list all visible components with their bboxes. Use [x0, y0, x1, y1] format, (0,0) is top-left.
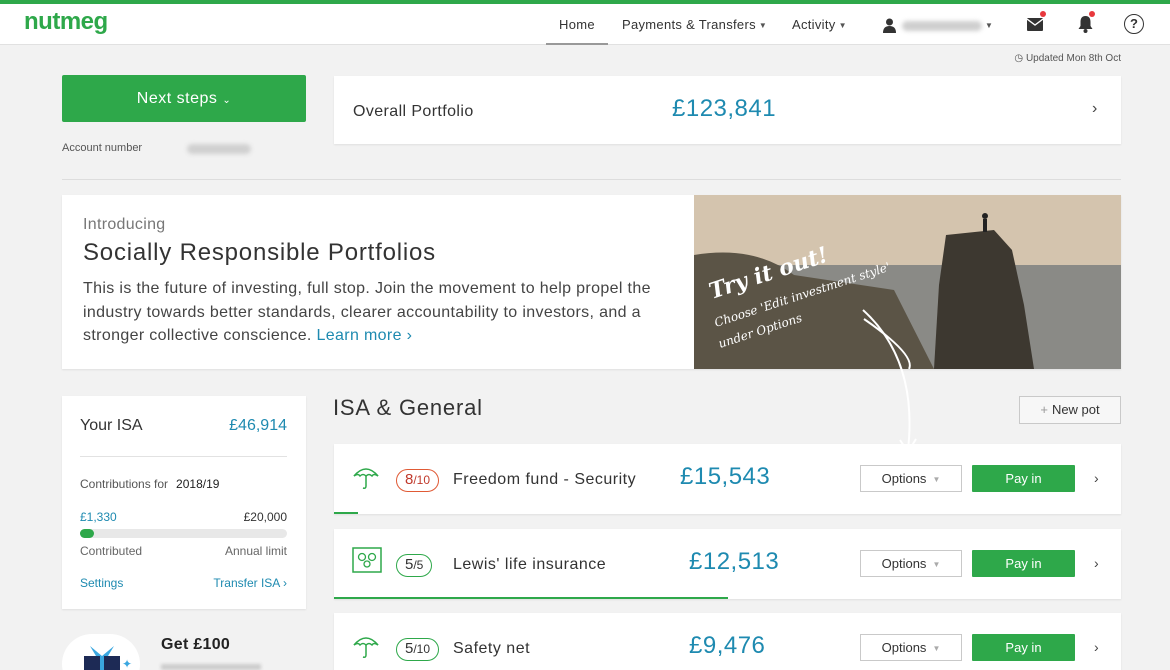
updated-text: Updated Mon 8th Oct — [1025, 53, 1121, 64]
mail-icon[interactable] — [1027, 18, 1043, 31]
annual-limit-amount: £20,000 — [243, 510, 287, 524]
chevron-down-icon: ▼ — [932, 644, 941, 654]
chevron-down-icon: ▼ — [838, 21, 847, 31]
bell-icon[interactable] — [1077, 15, 1094, 33]
pay-in-button[interactable]: Pay in — [972, 634, 1075, 661]
section-divider — [62, 179, 1121, 180]
risk-level-badge: 5/5 — [396, 554, 433, 577]
updated-status: ◷ Updated Mon 8th Oct — [1014, 53, 1121, 64]
gift-box-icon: ✦ — [84, 646, 132, 670]
nav-activity-label: Activity — [792, 17, 836, 32]
overall-portfolio-card[interactable]: Overall Portfolio £123,841 › — [334, 76, 1121, 144]
risk-level-badge: 8/10 — [396, 469, 440, 492]
contribution-progress-fill — [80, 529, 94, 538]
bell-notification-dot — [1089, 11, 1095, 17]
transfer-isa-label: Transfer ISA — [213, 576, 280, 590]
pot-name: Safety net — [453, 640, 531, 657]
pay-in-button[interactable]: Pay in — [972, 465, 1075, 492]
pot-row[interactable]: 5/10 Safety net £9,476 Options ▼ Pay in › — [334, 613, 1121, 670]
chevron-right-icon: › — [1094, 470, 1099, 486]
chevron-down-icon: ▼ — [985, 21, 994, 31]
pot-value: £15,543 — [680, 463, 771, 490]
nav-activity[interactable]: Activity ▼ — [792, 4, 847, 45]
nav-home[interactable]: Home — [546, 4, 608, 45]
user-icon — [883, 18, 896, 34]
overall-portfolio-label: Overall Portfolio — [353, 103, 474, 120]
pot-row[interactable]: 5/5 Lewis' life insurance £12,513 Options ▼ P… — [334, 529, 1121, 599]
risk-level-badge: 5/10 — [396, 638, 440, 661]
section-title: ISA & General — [333, 395, 483, 420]
pot-progress-bar — [334, 512, 358, 514]
chevron-right-icon: › — [1092, 100, 1098, 117]
pay-in-button[interactable]: Pay in — [972, 550, 1075, 577]
pot-value: £12,513 — [689, 548, 780, 575]
new-pot-label: New pot — [1051, 402, 1100, 417]
referral-title: Get £100 — [161, 636, 231, 653]
svg-text:✦: ✦ — [122, 657, 132, 670]
username-redacted — [902, 20, 982, 31]
pot-options-dropdown[interactable]: Options ▼ — [860, 634, 962, 661]
new-pot-button[interactable]: + New pot — [1019, 396, 1121, 424]
overall-portfolio-value: £123,841 — [672, 95, 777, 122]
contributed-amount: £1,330 — [80, 510, 117, 524]
learn-more-link[interactable]: Learn more › — [317, 327, 413, 344]
promo-headline: Socially Responsible Portfolios — [83, 239, 436, 266]
chevron-down-icon: ▼ — [932, 560, 941, 570]
isa-value: £46,914 — [229, 417, 287, 434]
nav-user-menu[interactable]: ▼ — [883, 4, 993, 45]
header: nutmeg Home Payments & Transfers ▼ Activi… — [0, 4, 1170, 45]
learn-more-label: Learn more — [316, 327, 402, 344]
chevron-right-icon: › — [1094, 555, 1099, 571]
pot-row[interactable]: 8/10 Freedom fund - Security £15,543 Option… — [334, 444, 1121, 514]
contributions-label-text: Contributions for — [80, 477, 169, 491]
promo-intro: Introducing — [83, 216, 166, 233]
chevron-down-icon: ⌄ — [222, 95, 232, 106]
isa-settings-link[interactable]: Settings — [80, 576, 123, 590]
contributions-label: Contributions for 2018/19 — [80, 477, 219, 491]
umbrella-icon — [352, 631, 380, 664]
mail-notification-dot — [1040, 11, 1046, 17]
nav-payments-label: Payments & Transfers — [622, 17, 756, 32]
contributed-label: Contributed — [80, 544, 143, 558]
pot-options-label: Options — [881, 556, 927, 571]
gift-icon: ✦ — [62, 634, 140, 670]
help-icon[interactable]: ? — [1124, 14, 1144, 34]
contribution-progress-bar — [80, 529, 287, 538]
pot-options-dropdown[interactable]: Options ▼ — [860, 465, 962, 492]
nav-payments-transfers[interactable]: Payments & Transfers ▼ — [622, 4, 767, 45]
risk-max: /10 — [413, 642, 431, 656]
promo-body: This is the future of investing, full st… — [83, 277, 683, 348]
umbrella-icon — [352, 462, 380, 495]
pot-value: £9,476 — [689, 632, 766, 659]
isa-summary-card: Your ISA £46,914 Contributions for 2018/1… — [62, 396, 306, 609]
chevron-down-icon: ▼ — [932, 475, 941, 485]
pot-name: Lewis' life insurance — [453, 556, 607, 573]
plus-icon: + — [1040, 402, 1048, 417]
account-number-redacted — [187, 144, 251, 154]
chevron-down-icon: ▼ — [758, 21, 768, 31]
annual-limit-label: Annual limit — [224, 544, 287, 558]
pot-options-label: Options — [881, 471, 927, 486]
account-number-label: Account number — [62, 142, 143, 154]
contributions-year: 2018/19 — [176, 477, 220, 491]
isa-divider — [80, 456, 287, 457]
nutmeg-logo[interactable]: nutmeg — [24, 8, 108, 36]
pot-options-dropdown[interactable]: Options ▼ — [860, 550, 962, 577]
transfer-isa-link[interactable]: Transfer ISA › — [213, 576, 287, 590]
next-steps-label: Next steps — [136, 90, 218, 107]
next-steps-button[interactable]: Next steps ⌄ — [62, 75, 306, 122]
risk-max: /5 — [413, 558, 424, 572]
family-photo-icon — [352, 547, 382, 578]
promo-arrow — [862, 309, 917, 454]
chevron-right-icon: › — [1094, 639, 1099, 655]
clock-icon: ◷ — [1014, 53, 1024, 64]
pot-progress-bar — [334, 597, 728, 599]
referral-subtitle-cropped — [161, 664, 261, 670]
pot-options-label: Options — [881, 640, 927, 655]
pot-name: Freedom fund - Security — [453, 471, 637, 488]
risk-max: /10 — [413, 473, 431, 487]
promo-banner: Introducing Socially Responsible Portfol… — [62, 195, 1121, 369]
isa-title: Your ISA — [80, 417, 143, 434]
